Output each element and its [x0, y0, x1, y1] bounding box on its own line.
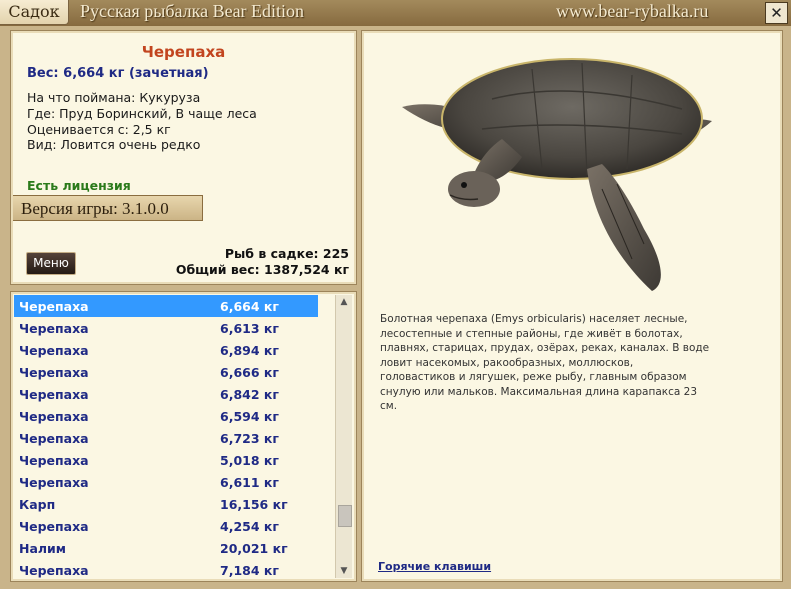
list-item-weight: 7,184 кг	[220, 563, 279, 578]
scroll-thumb[interactable]	[338, 505, 352, 527]
list-item[interactable]: Черепаха 6,894 кг	[14, 339, 318, 361]
list-item[interactable]: Черепаха 6,613 кг	[14, 317, 318, 339]
window-title: Русская рыбалка Bear Edition	[80, 1, 305, 21]
list-item-weight: 16,156 кг	[220, 497, 288, 512]
fish-info-panel: Черепаха Вес: 6,664 кг (зачетная) На что…	[10, 30, 357, 285]
list-item[interactable]: Черепаха 4,254 кг	[14, 515, 318, 537]
list-item[interactable]: Черепаха 6,664 кг	[14, 295, 318, 317]
tab-sadok[interactable]: Садок	[0, 0, 69, 25]
list-item-weight: 6,894 кг	[220, 343, 279, 358]
menu-button[interactable]: Меню	[26, 252, 76, 275]
list-item[interactable]: Черепаха 6,666 кг	[14, 361, 318, 383]
list-item[interactable]: Черепаха 6,842 кг	[14, 383, 318, 405]
list-item[interactable]: Черепаха 6,611 кг	[14, 471, 318, 493]
scroll-up-icon[interactable]: ▲	[336, 295, 352, 309]
close-button[interactable]: ✕	[765, 2, 788, 24]
list-item-name: Черепаха	[19, 453, 89, 468]
fish-description: Болотная черепаха (Emys orbicularis) нас…	[380, 313, 710, 412]
fish-picture-panel: Болотная черепаха (Emys orbicularis) нас…	[361, 30, 783, 582]
list-item[interactable]: Карп 16,156 кг	[14, 493, 318, 515]
list-item-weight: 6,842 кг	[220, 387, 279, 402]
fish-list-panel: Черепаха 6,664 кг Черепаха 6,613 кг Черепаха…	[10, 291, 357, 582]
hotkeys-link[interactable]: Горячие клавиши	[378, 560, 491, 573]
list-item[interactable]: Черепаха 6,723 кг	[14, 427, 318, 449]
list-item-name: Черепаха	[19, 431, 89, 446]
list-item-weight: 6,664 кг	[220, 299, 279, 314]
list-item-name: Черепаха	[19, 409, 89, 424]
title-bar: Садок Русская рыбалка Bear Edition www.b…	[0, 0, 791, 26]
game-version: Версия игры: 3.1.0.0	[13, 195, 203, 221]
list-item-name: Черепаха	[19, 563, 89, 578]
license-status: Есть лицензия	[27, 178, 131, 193]
list-scrollbar[interactable]: ▲ ▼	[335, 295, 352, 578]
rarity-info: Вид: Ловится очень редко	[27, 137, 201, 152]
fish-count: Рыб в садке: 225	[224, 246, 349, 261]
list-item-weight: 6,613 кг	[220, 321, 279, 336]
list-item-name: Черепаха	[19, 365, 89, 380]
list-item-name: Черепаха	[19, 387, 89, 402]
list-item-name: Черепаха	[19, 519, 89, 534]
list-item-weight: 6,611 кг	[220, 475, 279, 490]
list-item[interactable]: Черепаха 6,594 кг	[14, 405, 318, 427]
turtle-image	[382, 39, 712, 294]
fish-name: Черепаха	[141, 43, 226, 61]
fish-weight: Вес: 6,664 кг (зачетная)	[27, 66, 209, 81]
list-item-weight: 20,021 кг	[220, 541, 288, 556]
total-weight: Общий вес: 1387,524 кг	[175, 262, 349, 277]
list-item-name: Черепаха	[19, 475, 89, 490]
list-item-weight: 4,254 кг	[220, 519, 279, 534]
list-item-name: Карп	[19, 497, 56, 512]
site-link[interactable]: www.bear-rybalka.ru	[556, 1, 708, 22]
list-item-weight: 5,018 кг	[220, 453, 279, 468]
list-item-name: Черепаха	[19, 299, 89, 314]
valuation-info: Оценивается с: 2,5 кг	[27, 122, 171, 137]
list-item-weight: 6,723 кг	[220, 431, 279, 446]
list-item-name: Черепаха	[19, 321, 89, 336]
list-item-weight: 6,666 кг	[220, 365, 279, 380]
fish-list[interactable]: Черепаха 6,664 кг Черепаха 6,613 кг Черепаха…	[14, 295, 331, 578]
list-item-name: Черепаха	[19, 343, 89, 358]
scroll-down-icon[interactable]: ▼	[336, 564, 352, 578]
list-item[interactable]: Черепаха 5,018 кг	[14, 449, 318, 471]
list-item[interactable]: Черепаха 7,184 кг	[14, 559, 318, 578]
list-item-name: Налим	[19, 541, 67, 556]
list-item-weight: 6,594 кг	[220, 409, 279, 424]
location-info: Где: Пруд Боринский, В чаще леса	[27, 106, 257, 121]
bait-info: На что поймана: Кукуруза	[27, 90, 201, 105]
list-item[interactable]: Налим 20,021 кг	[14, 537, 318, 559]
